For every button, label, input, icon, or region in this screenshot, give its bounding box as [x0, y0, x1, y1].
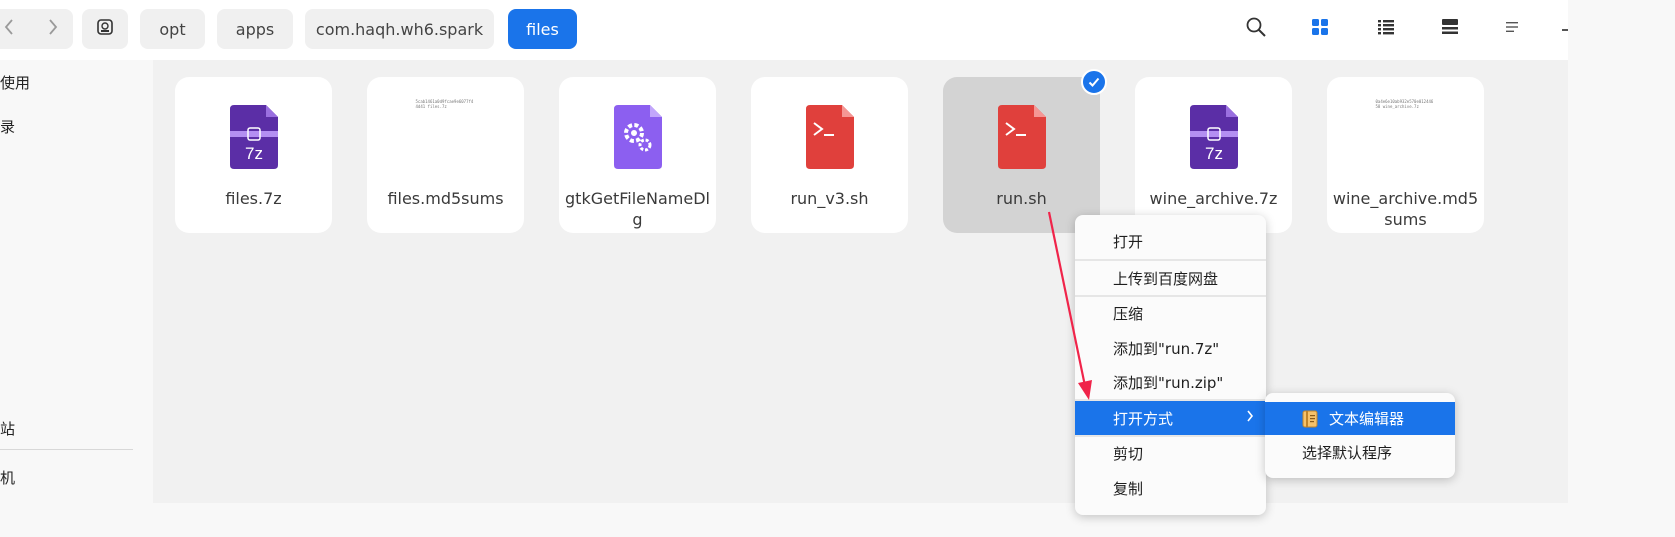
menu-item-add-to-zip[interactable]: 添加到"run.zip": [1075, 365, 1266, 399]
file-name: gtkGetFileNameDlg: [565, 189, 710, 229]
chevron-left-icon: [3, 17, 15, 41]
file-item[interactable]: gtkGetFileNameDlg: [559, 77, 716, 233]
executable-gear-icon: [610, 105, 666, 169]
file-item[interactable]: run_v3.sh: [751, 77, 908, 233]
text-thumbnail-icon: 5cab1461a0d9fcae9e6077f44d41 files.7z: [415, 99, 474, 109]
text-editor-icon: [1301, 410, 1319, 432]
chevron-right-icon: [47, 17, 59, 41]
file-name: run.sh: [996, 189, 1047, 208]
file-item-selected[interactable]: run.sh: [943, 77, 1100, 233]
sidebar-item-label: 站: [0, 420, 16, 438]
submenu-item-label: 选择默认程序: [1302, 444, 1393, 462]
file-item[interactable]: 5cab1461a0d9fcae9e6077f44d41 files.7z fi…: [367, 77, 524, 233]
menu-item-add-to-7z[interactable]: 添加到"run.7z": [1075, 331, 1266, 365]
breadcrumb-apps[interactable]: apps: [217, 9, 293, 49]
sidebar-item-home[interactable]: 录: [0, 116, 15, 137]
sidebar: 使用 录 站 机: [0, 60, 153, 503]
menu-item-label: 打开方式: [1113, 409, 1174, 428]
submenu-item-text-editor[interactable]: 文本编辑器: [1265, 402, 1455, 435]
menu-item-cut[interactable]: 剪切: [1075, 436, 1266, 470]
detail-view-icon: [1441, 18, 1459, 40]
submenu-item-label: 文本编辑器: [1329, 410, 1405, 428]
breadcrumb-files[interactable]: files: [508, 9, 577, 49]
menu-item-label: 复制: [1113, 479, 1144, 498]
text-thumbnail-icon: 0a4e6e10ab932e570e01244658 wine_archive.…: [1375, 99, 1434, 109]
archive-7z-icon: 7z: [226, 105, 282, 169]
icon-view-button[interactable]: [1306, 15, 1334, 43]
sidebar-item-label: 使用: [0, 74, 31, 92]
shell-script-icon: [802, 105, 858, 169]
file-name: wine_archive.7z: [1149, 189, 1278, 208]
detail-view-button[interactable]: [1436, 15, 1464, 43]
menu-item-open-with[interactable]: 打开方式: [1075, 401, 1266, 435]
breadcrumb-root[interactable]: [82, 9, 128, 49]
file-item[interactable]: 7z files.7z: [175, 77, 332, 233]
sidebar-item-label: 机: [0, 469, 16, 487]
svg-text:7z: 7z: [245, 144, 263, 163]
forward-button[interactable]: [36, 9, 70, 49]
menu-item-compress[interactable]: 压缩: [1075, 296, 1266, 330]
drive-icon: [96, 18, 114, 40]
menu-icon: [1504, 19, 1520, 39]
breadcrumb-com-haqh-wh6-spark[interactable]: com.haqh.wh6.spark: [305, 9, 494, 49]
file-item[interactable]: 7z wine_archive.7z: [1135, 77, 1292, 233]
sidebar-item-label: 录: [0, 118, 16, 136]
menu-item-label: 添加到"run.7z": [1113, 339, 1220, 358]
menu-item-copy[interactable]: 复制: [1075, 471, 1266, 505]
list-view-icon: [1377, 18, 1395, 40]
breadcrumb-label: com.haqh.wh6.spark: [315, 19, 484, 39]
file-name: run_v3.sh: [790, 189, 869, 208]
file-name: wine_archive.md5sums: [1332, 189, 1479, 229]
menu-button[interactable]: [1498, 15, 1526, 43]
chevron-right-icon: [1246, 409, 1254, 427]
sidebar-item-computer[interactable]: 机: [0, 467, 15, 488]
breadcrumb-opt[interactable]: opt: [140, 9, 205, 49]
selection-check-icon[interactable]: [1081, 69, 1107, 95]
window-minimize-hint[interactable]: [1562, 29, 1568, 31]
search-icon: [1245, 16, 1267, 42]
file-item[interactable]: 0a4e6e10ab932e570e01244658 wine_archive.…: [1327, 77, 1484, 233]
list-view-button[interactable]: [1372, 15, 1400, 43]
archive-7z-icon: 7z: [1186, 105, 1242, 169]
sidebar-divider: [0, 449, 133, 450]
menu-item-upload-baidu[interactable]: 上传到百度网盘: [1075, 261, 1266, 295]
file-name: files.md5sums: [387, 189, 504, 208]
menu-item-label: 添加到"run.zip": [1113, 373, 1224, 392]
svg-text:7z: 7z: [1205, 144, 1223, 163]
sidebar-item-recent[interactable]: 使用: [0, 72, 30, 93]
grid-view-icon: [1311, 18, 1329, 40]
context-menu: 打开 上传到百度网盘 压缩 添加到"run.7z" 添加到"run.zip" 打…: [1075, 215, 1266, 515]
menu-item-label: 剪切: [1113, 444, 1144, 463]
breadcrumb-label: apps: [235, 19, 275, 39]
submenu-item-choose-default[interactable]: 选择默认程序: [1265, 436, 1455, 469]
breadcrumb-label: opt: [159, 19, 186, 39]
file-name: files.7z: [225, 189, 282, 208]
shell-script-icon: [994, 105, 1050, 169]
breadcrumb-label: files: [526, 19, 559, 39]
search-button[interactable]: [1242, 15, 1270, 43]
menu-item-label: 上传到百度网盘: [1113, 269, 1219, 288]
toolbar: opt apps com.haqh.wh6.spark files: [0, 0, 1568, 60]
back-button[interactable]: [0, 9, 26, 49]
menu-item-label: 压缩: [1113, 304, 1144, 323]
menu-item-open[interactable]: 打开: [1075, 224, 1266, 258]
menu-item-label: 打开: [1113, 232, 1144, 251]
open-with-submenu: 文本编辑器 选择默认程序: [1265, 393, 1455, 478]
sidebar-item-trash[interactable]: 站: [0, 418, 15, 439]
